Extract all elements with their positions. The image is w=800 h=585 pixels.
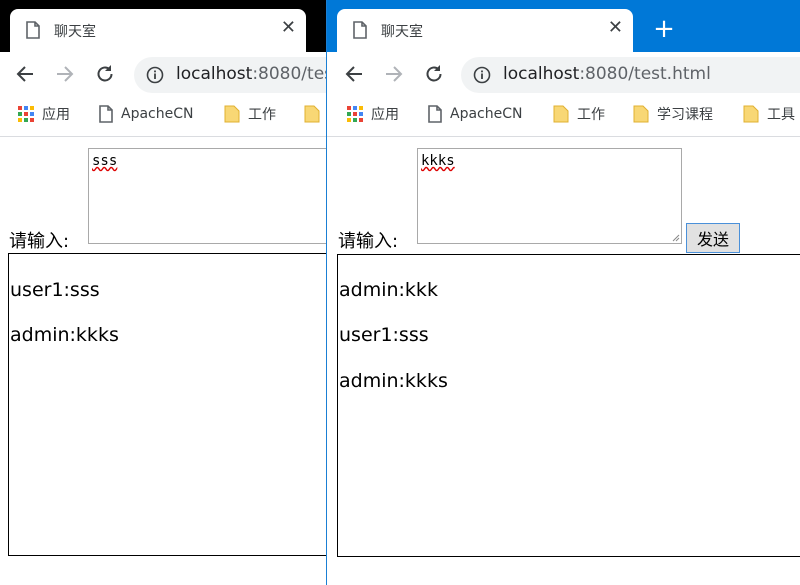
- send-button[interactable]: 发送: [686, 223, 740, 253]
- url-host: localhost: [503, 64, 580, 84]
- bookmarks-bar: 应用 ApacheCN 工作: [0, 96, 326, 137]
- bookmark-label: ApacheCN: [450, 106, 523, 122]
- back-arrow-icon[interactable]: [14, 63, 36, 85]
- reload-icon[interactable]: [423, 63, 445, 85]
- chat-message: admin:kkks: [10, 324, 119, 346]
- folder-icon: [224, 105, 240, 123]
- folder-icon: [553, 105, 569, 123]
- info-icon[interactable]: [473, 66, 491, 84]
- folder-icon: [743, 105, 759, 123]
- back-arrow-icon[interactable]: [343, 63, 365, 85]
- page-icon: [353, 21, 367, 39]
- url-path: :8080/test.html: [579, 64, 711, 84]
- message-textarea[interactable]: kkks: [417, 148, 682, 244]
- bookmark-folder-courses[interactable]: 学习课程: [633, 96, 713, 132]
- tab-strip: 聊天室 ✕ +: [327, 0, 800, 52]
- close-tab-icon[interactable]: ✕: [608, 18, 623, 38]
- bookmark-apps[interactable]: 应用: [347, 96, 399, 132]
- page-icon: [99, 105, 113, 123]
- forward-arrow-icon[interactable]: [383, 63, 405, 85]
- chat-log: user1:sss admin:kkks: [8, 253, 326, 556]
- url-path: :8080/test.html: [252, 64, 326, 84]
- chat-message: user1:sss: [339, 324, 429, 346]
- tab-chatroom[interactable]: 聊天室 ✕: [10, 9, 306, 52]
- chat-log: admin:kkk user1:sss admin:kkks: [337, 254, 800, 557]
- tab-chatroom[interactable]: 聊天室 ✕: [337, 9, 633, 52]
- bookmark-label: 工具: [767, 107, 795, 123]
- address-bar[interactable]: localhost:8080/test.html: [134, 57, 326, 93]
- url-host: localhost: [176, 64, 253, 84]
- bookmark-label: 工作: [248, 107, 276, 123]
- page-icon: [26, 21, 40, 39]
- close-tab-icon[interactable]: ✕: [281, 18, 296, 38]
- bookmark-folder-work[interactable]: 工作: [224, 96, 276, 132]
- page-content: 请输入: sss user1:sss admin:kkks: [0, 137, 326, 585]
- bookmark-label: 学习课程: [657, 107, 713, 123]
- input-label: 请输入:: [338, 231, 399, 252]
- page-icon: [428, 105, 442, 123]
- apps-grid-icon: [347, 106, 363, 122]
- new-tab-plus-icon[interactable]: +: [653, 16, 675, 42]
- page-content: 请输入: kkks 发送 admin:kkk user1:sss admin:k…: [327, 137, 800, 585]
- bookmarks-bar: 应用 ApacheCN 工作 学习课程 工具: [327, 96, 800, 137]
- folder-icon: [304, 105, 320, 123]
- message-text: sss: [92, 153, 118, 169]
- bookmark-folder-tools[interactable]: 工具: [743, 96, 795, 132]
- chat-message: user1:sss: [10, 279, 100, 301]
- tab-strip: 聊天室 ✕: [0, 0, 326, 52]
- tab-title: 聊天室: [381, 24, 423, 40]
- url-text: localhost:8080/test.html: [176, 64, 326, 84]
- address-bar[interactable]: localhost:8080/test.html: [461, 57, 800, 93]
- url-text: localhost:8080/test.html: [503, 64, 711, 84]
- bookmark-folder-partial[interactable]: [304, 96, 326, 132]
- chat-message: admin:kkk: [339, 279, 438, 301]
- tab-title: 聊天室: [54, 24, 96, 40]
- input-label: 请输入:: [9, 231, 70, 252]
- bookmark-apachecn[interactable]: ApacheCN: [99, 96, 193, 132]
- bookmark-label: ApacheCN: [121, 106, 194, 122]
- bookmark-label: 应用: [371, 107, 399, 123]
- resize-grip-icon[interactable]: [672, 234, 680, 242]
- chat-message: admin:kkks: [339, 370, 448, 392]
- bookmark-apps[interactable]: 应用: [18, 96, 70, 132]
- apps-grid-icon: [18, 106, 34, 122]
- message-text: kkks: [421, 153, 455, 169]
- browser-window-right: 聊天室 ✕ + localhost:8080/test.html 应用 Apac…: [327, 0, 800, 585]
- bookmark-folder-work[interactable]: 工作: [553, 96, 605, 132]
- bookmark-apachecn[interactable]: ApacheCN: [428, 96, 522, 132]
- info-icon[interactable]: [146, 66, 164, 84]
- folder-icon: [633, 105, 649, 123]
- browser-window-left: 聊天室 ✕ localhost:8080/test.html 应用 Apache…: [0, 0, 326, 585]
- bookmark-label: 应用: [42, 107, 70, 123]
- forward-arrow-icon[interactable]: [54, 63, 76, 85]
- message-textarea[interactable]: sss: [88, 148, 326, 244]
- reload-icon[interactable]: [94, 63, 116, 85]
- bookmark-label: 工作: [577, 107, 605, 123]
